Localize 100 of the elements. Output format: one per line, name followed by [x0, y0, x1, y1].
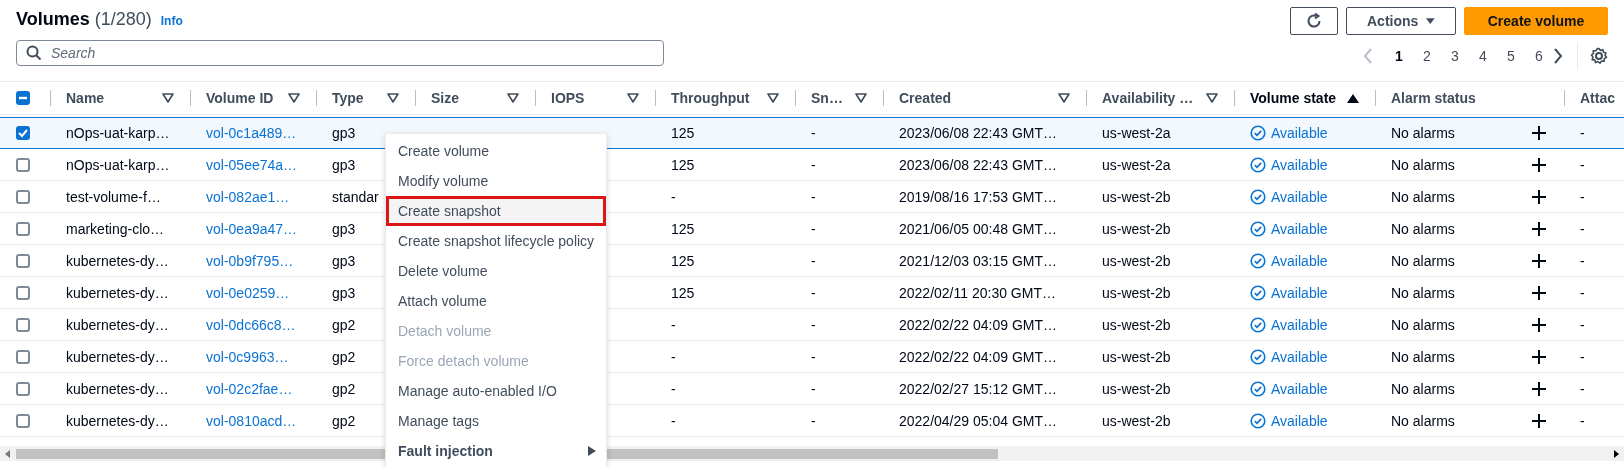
page-number[interactable]: 4 [1469, 48, 1497, 64]
search-field[interactable]: Search [16, 40, 664, 66]
column-header[interactable]: Created [883, 82, 1086, 114]
settings-icon[interactable] [1590, 47, 1608, 65]
status-text: Available [1271, 252, 1328, 269]
sort-icon[interactable] [288, 93, 300, 103]
row-checkbox[interactable] [16, 349, 30, 364]
sort-icon[interactable] [855, 93, 867, 103]
sort-icon[interactable] [627, 93, 639, 103]
menu-item[interactable]: Create snapshot [386, 196, 606, 226]
page-number[interactable]: 1 [1385, 48, 1413, 64]
menu-item[interactable]: Fault injection [386, 436, 606, 466]
table-cell: No alarms [1391, 252, 1455, 269]
plus-icon[interactable] [1532, 285, 1546, 300]
sort-icon[interactable] [1058, 93, 1070, 103]
row-checkbox[interactable] [16, 157, 30, 172]
table-cell: us-west-2b [1102, 380, 1171, 397]
sort-icon[interactable] [387, 93, 399, 103]
table-cell: kubernetes-dy… [66, 252, 169, 269]
column-header[interactable]: Name [50, 82, 190, 114]
row-checkbox[interactable] [16, 381, 30, 396]
plus-icon[interactable] [1532, 349, 1546, 364]
menu-item[interactable]: Manage tags [386, 406, 606, 436]
column-header[interactable]: Attac [1564, 82, 1624, 114]
menu-item[interactable]: Attach volume [386, 286, 606, 316]
table-cell: standar [332, 188, 379, 205]
column-header[interactable]: Volume ID [190, 82, 316, 114]
next-page-icon[interactable] [1553, 48, 1563, 64]
table-cell: - [1580, 156, 1585, 173]
plus-icon[interactable] [1532, 157, 1546, 172]
scroll-left-icon[interactable] [4, 449, 12, 458]
select-all-checkbox[interactable] [16, 91, 30, 105]
volume-id-link[interactable]: vol-0810acd… [206, 412, 297, 429]
plus-icon[interactable] [1532, 126, 1546, 140]
volume-id-link[interactable]: vol-0ea9a47… [206, 220, 298, 237]
volume-id-link[interactable]: vol-0c9963… [206, 348, 289, 365]
plus-icon[interactable] [1532, 413, 1546, 428]
submenu-arrow-icon [588, 446, 596, 456]
row-checkbox[interactable] [16, 317, 30, 332]
table-cell: 2022/02/27 15:12 GMT… [899, 380, 1057, 397]
plus-icon[interactable] [1532, 221, 1546, 236]
volume-id-link[interactable]: vol-05ee74a… [206, 156, 298, 173]
check-circle-icon [1250, 316, 1266, 333]
menu-item[interactable]: Modify volume [386, 166, 606, 196]
plus-icon[interactable] [1532, 189, 1546, 204]
row-checkbox[interactable] [16, 253, 30, 268]
menu-item[interactable]: Delete volume [386, 256, 606, 286]
column-header[interactable]: Sn… [795, 82, 883, 114]
refresh-icon [1305, 12, 1323, 30]
table-cell: - [1580, 188, 1585, 205]
info-link[interactable]: Info [160, 14, 183, 28]
table-cell: 2022/02/22 04:09 GMT… [899, 316, 1057, 333]
actions-button[interactable]: Actions [1346, 7, 1456, 35]
caret-icon [1426, 16, 1435, 26]
menu-item[interactable]: Manage auto-enabled I/O [386, 376, 606, 406]
page-number[interactable]: 6 [1525, 48, 1553, 64]
page-number[interactable]: 5 [1497, 48, 1525, 64]
menu-item[interactable]: Create snapshot lifecycle policy [386, 226, 606, 256]
row-checkbox[interactable] [16, 413, 30, 428]
plus-icon[interactable] [1532, 253, 1546, 268]
table-cell: - [811, 252, 816, 269]
volume-id-link[interactable]: vol-0c1a489… [206, 125, 297, 141]
sort-ascending-icon[interactable] [1347, 93, 1359, 103]
page-number[interactable]: 2 [1413, 48, 1441, 64]
volume-id-link[interactable]: vol-02c2fae… [206, 380, 293, 397]
plus-icon[interactable] [1532, 317, 1546, 332]
row-checkbox[interactable] [16, 126, 30, 140]
volume-id-link[interactable]: vol-0e0259… [206, 284, 290, 301]
row-checkbox[interactable] [16, 285, 30, 300]
column-header[interactable]: IOPS [535, 82, 655, 114]
column-header[interactable]: Throughput [655, 82, 795, 114]
table-cell: gp3 [332, 252, 356, 269]
volume-id-link[interactable]: vol-0b9f795… [206, 252, 294, 269]
volume-id-link[interactable]: vol-0dc66c8… [206, 316, 296, 333]
row-checkbox[interactable] [16, 221, 30, 236]
plus-icon[interactable] [1532, 381, 1546, 396]
sort-icon[interactable] [1206, 93, 1218, 103]
checkmark-icon [18, 128, 28, 138]
sort-icon[interactable] [507, 93, 519, 103]
table-cell: - [1580, 316, 1585, 333]
status-text: Available [1271, 412, 1328, 429]
table-cell: No alarms [1391, 188, 1455, 205]
row-checkbox[interactable] [16, 189, 30, 204]
page-number[interactable]: 3 [1441, 48, 1469, 64]
scroll-right-icon[interactable] [1612, 449, 1620, 458]
table-cell: - [811, 380, 816, 397]
check-circle-icon [1250, 125, 1266, 141]
column-header[interactable]: Type [316, 82, 415, 114]
sort-icon[interactable] [767, 93, 779, 103]
refresh-button[interactable] [1290, 7, 1338, 35]
create-volume-button[interactable]: Create volume [1464, 7, 1608, 35]
table-cell: No alarms [1391, 412, 1455, 429]
column-header[interactable]: Size [415, 82, 535, 114]
volume-id-link[interactable]: vol-082ae1… [206, 188, 290, 205]
sort-icon[interactable] [162, 93, 174, 103]
column-header[interactable]: Volume state [1234, 82, 1375, 114]
column-header[interactable]: Availability … [1086, 82, 1234, 114]
column-header[interactable]: Alarm status [1375, 82, 1564, 114]
status-text: Available [1271, 220, 1328, 237]
table-cell: 125 [671, 220, 695, 237]
